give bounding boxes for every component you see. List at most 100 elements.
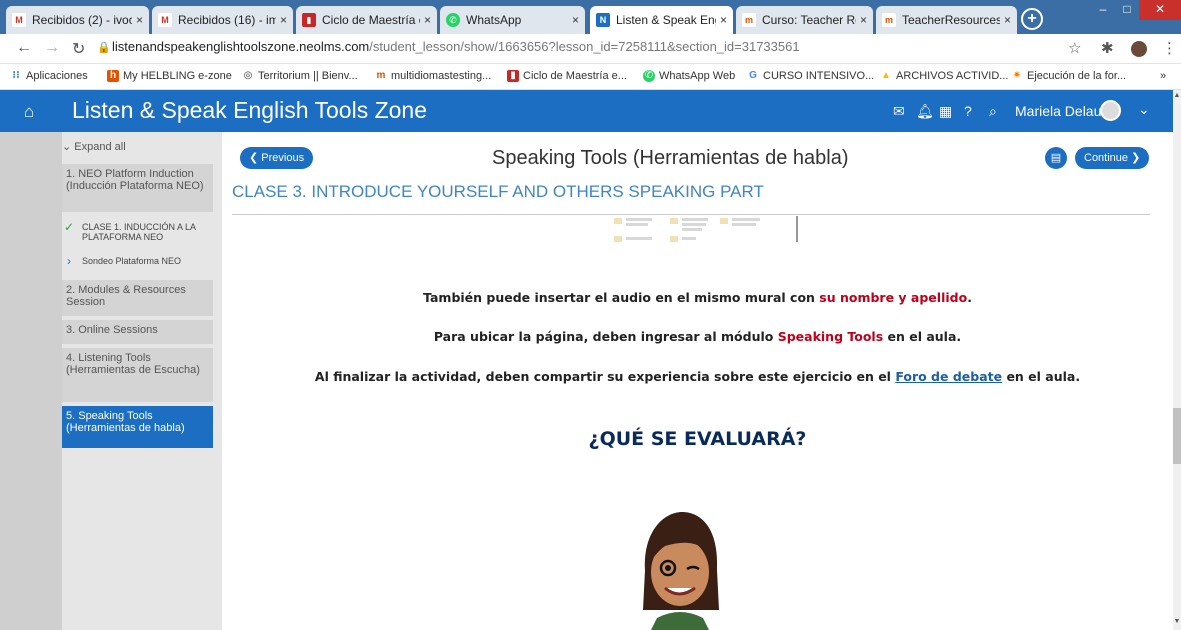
close-icon[interactable]: ×	[280, 13, 287, 27]
bookmark-item[interactable]: G CURSO INTENSIVO...	[747, 70, 874, 82]
sidebar-module-1[interactable]: 1. NEO Platform Induction (Inducción Pla…	[62, 164, 213, 212]
padlet-screenshot-image	[614, 216, 799, 242]
bookmark-item[interactable]: ✆ WhatsApp Web	[643, 70, 735, 82]
browser-tab[interactable]: m Curso: Teacher Res ×	[736, 6, 873, 34]
search-icon[interactable]: ⌕	[989, 103, 997, 120]
scroll-up-icon[interactable]: ▲	[1173, 92, 1181, 99]
chevron-right-icon: ›	[67, 254, 71, 268]
calendar-icon[interactable]: ▦	[939, 103, 952, 120]
scrollbar-thumb[interactable]	[1173, 408, 1181, 464]
tm-icon: m	[376, 70, 386, 81]
sun-icon: ✷	[1012, 70, 1022, 81]
app-header: ⌂ Listen & Speak English Tools Zone ✉ 🔔︎…	[0, 90, 1173, 132]
page-scrollbar[interactable]: ▲ ▼	[1173, 90, 1181, 630]
browser-tab[interactable]: M Recibidos (2) - ivoc ×	[6, 6, 149, 34]
bookmark-item[interactable]: h My HELBLING e-zone	[107, 70, 232, 82]
bitmoji-avatar-image	[643, 512, 719, 630]
profile-avatar[interactable]	[1131, 41, 1147, 57]
chevron-down-icon: ⌄	[62, 141, 72, 153]
browser-tab-bar: M Recibidos (2) - ivoc × M Recibidos (16…	[0, 0, 1181, 34]
instruction-paragraph-3: Al finalizar la actividad, deben compart…	[314, 369, 1081, 384]
sidebar-subitem-sondeo[interactable]: › Sondeo Plataforma NEO	[62, 254, 213, 268]
sidebar-subitem-clase-1[interactable]: ✓ CLASE 1. INDUCCIÓN A LA PLATAFORMA NEO	[62, 220, 213, 242]
bookmark-item[interactable]: ▲ ARCHIVOS ACTIVID...	[880, 70, 1008, 82]
bookmark-item[interactable]: ◎ Territorium || Bienv...	[242, 70, 358, 82]
user-name[interactable]: Mariela Delauro	[1015, 103, 1114, 119]
close-icon[interactable]: ×	[424, 13, 431, 27]
user-avatar[interactable]	[1100, 100, 1121, 121]
print-icon[interactable]: ▤	[1045, 147, 1067, 169]
back-arrow-icon[interactable]: ←	[16, 39, 32, 57]
close-icon[interactable]: ×	[720, 13, 727, 27]
extensions-icon[interactable]: ✱	[1101, 39, 1114, 57]
instruction-paragraph-2: Para ubicar la página, deben ingresar al…	[433, 329, 962, 344]
bookmark-item[interactable]: ⁝⁝ Aplicaciones	[10, 70, 88, 82]
course-outline-sidebar: ⌄ Expand all 1. NEO Platform Induction (…	[0, 132, 222, 630]
instruction-paragraph-1: También puede insertar el audio en el mi…	[423, 290, 972, 305]
new-tab-button[interactable]: +	[1021, 8, 1043, 30]
bookmarks-more-icon[interactable]: »	[1160, 70, 1166, 82]
sidebar-module-5-active[interactable]: 5. Speaking Tools (Herramientas de habla…	[62, 406, 213, 448]
sidebar-module-3[interactable]: 3. Online Sessions	[62, 320, 213, 344]
help-icon[interactable]: ?	[964, 103, 972, 119]
bookmark-item[interactable]: m multidiomastesting...	[375, 70, 492, 82]
bookmark-red-icon: ▮	[507, 70, 519, 82]
helbling-icon: h	[107, 70, 119, 82]
continue-button[interactable]: Continue ❯	[1075, 147, 1150, 169]
chevron-down-icon[interactable]: ⌄	[1138, 101, 1150, 118]
sidebar-gutter	[0, 132, 62, 630]
whatsapp-icon: ✆	[643, 70, 655, 82]
evaluation-heading: ¿QUÉ SE EVALUARÁ?	[588, 428, 807, 450]
home-icon[interactable]: ⌂	[24, 102, 34, 122]
window-close-icon[interactable]: ✕	[1139, 0, 1181, 20]
browser-tab-active[interactable]: N Listen & Speak Eng ×	[590, 6, 733, 34]
chevron-left-icon: ❮	[249, 152, 259, 164]
section-title: CLASE 3. INTRODUCE YOURSELF AND OTHERS S…	[232, 182, 764, 201]
bookmark-red-icon: ▮	[302, 13, 316, 27]
app-title: Listen & Speak English Tools Zone	[72, 97, 428, 123]
chevron-right-icon: ❯	[1131, 152, 1141, 164]
forum-link[interactable]: Foro de debate	[895, 369, 1002, 384]
lock-icon: 🔒	[97, 42, 111, 54]
apps-grid-icon: ⁝⁝	[12, 70, 20, 81]
tm-icon: m	[882, 13, 896, 27]
bookmark-item[interactable]: ▮ Ciclo de Maestría e...	[507, 70, 627, 82]
minimize-icon[interactable]: –	[1090, 0, 1116, 20]
close-icon[interactable]: ×	[572, 13, 579, 27]
browser-tab[interactable]: ▮ Ciclo de Maestría e ×	[296, 6, 437, 34]
sidebar-module-4[interactable]: 4. Listening Tools (Herramientas de Escu…	[62, 348, 213, 402]
bookmark-item[interactable]: ✷ Ejecución de la for...	[1011, 70, 1126, 82]
close-icon[interactable]: ×	[860, 13, 867, 27]
gmail-icon: M	[12, 13, 26, 27]
bell-icon[interactable]: 🔔︎	[916, 103, 934, 120]
territorium-icon: ◎	[243, 70, 253, 81]
drive-icon: ▲	[881, 70, 891, 81]
close-icon[interactable]: ×	[1004, 13, 1011, 27]
check-icon: ✓	[63, 220, 75, 234]
forward-arrow-icon[interactable]: →	[44, 39, 60, 57]
url-field[interactable]: listenandspeakenglishtoolszone.neolms.co…	[112, 39, 800, 54]
sidebar-module-2[interactable]: 2. Modules & Resources Session	[62, 280, 213, 316]
mail-icon[interactable]: ✉	[893, 103, 905, 120]
gmail-icon: M	[158, 13, 172, 27]
close-icon[interactable]: ×	[136, 13, 143, 27]
reload-icon[interactable]: ↻	[72, 39, 85, 59]
neo-icon: N	[596, 13, 610, 27]
whatsapp-icon: ✆	[446, 13, 460, 27]
scroll-down-icon[interactable]: ▼	[1173, 618, 1181, 625]
bookmarks-bar: ⁝⁝ Aplicaciones h My HELBLING e-zone ◎ Terr…	[0, 64, 1181, 90]
divider	[232, 214, 1150, 215]
star-icon[interactable]: ☆	[1068, 39, 1081, 57]
previous-button[interactable]: ❮ Previous	[240, 147, 314, 169]
google-icon: G	[749, 70, 757, 81]
browser-tab[interactable]: m TeacherResources: ×	[876, 6, 1017, 34]
browser-tab[interactable]: ✆ WhatsApp ×	[440, 6, 585, 34]
expand-all-toggle[interactable]: ⌄ Expand all	[62, 140, 126, 153]
maximize-icon[interactable]: □	[1116, 0, 1138, 20]
tm-icon: m	[742, 13, 756, 27]
browser-tab[interactable]: M Recibidos (16) - im ×	[152, 6, 293, 34]
lesson-content: ❮ Previous Speaking Tools (Herramientas …	[222, 132, 1173, 630]
more-menu-icon[interactable]: ⋮	[1162, 39, 1177, 57]
page-title: Speaking Tools (Herramientas de habla)	[492, 147, 849, 169]
address-bar: ← → ↻ 🔒 listenandspeakenglishtoolszone.n…	[0, 34, 1181, 64]
